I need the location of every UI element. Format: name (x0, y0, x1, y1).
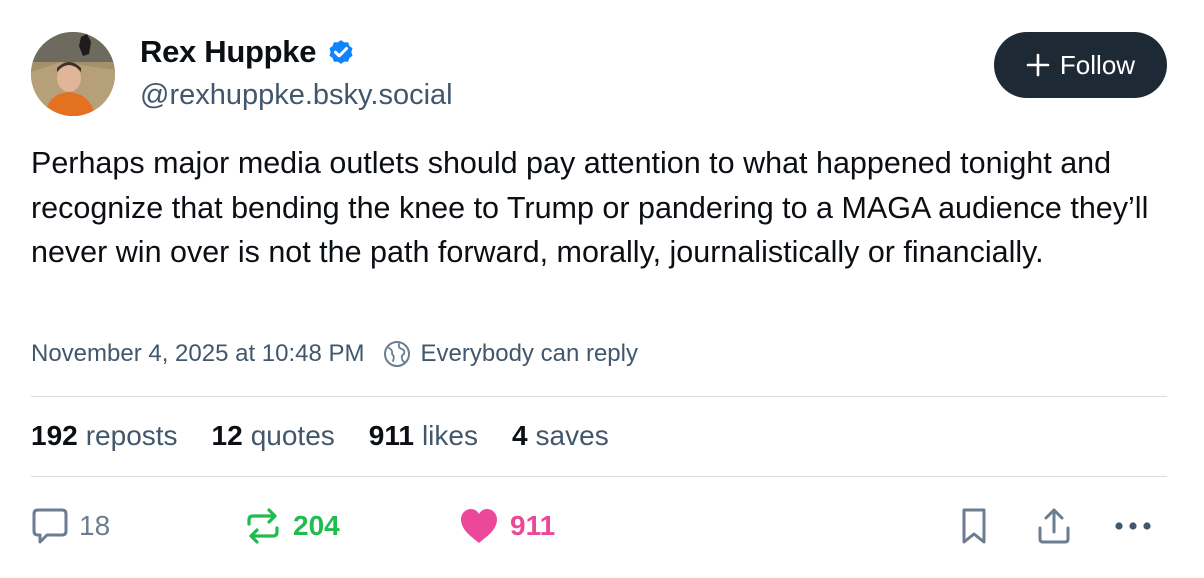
engagement-stats: 192 reposts 12 quotes 911 likes 4 saves (31, 420, 609, 452)
like-button[interactable]: 911 (458, 503, 555, 549)
more-options-button[interactable] (1112, 503, 1158, 549)
stat-saves[interactable]: 4 saves (512, 420, 609, 452)
globe-icon (383, 341, 410, 367)
bookmark-icon (962, 508, 986, 544)
avatar[interactable] (31, 32, 115, 116)
post-timestamp[interactable]: November 4, 2025 at 10:48 PM (31, 340, 365, 368)
divider (31, 396, 1167, 397)
reply-bubble-icon (32, 508, 68, 544)
follow-button[interactable]: Follow (994, 32, 1167, 98)
stat-quotes-label: quotes (250, 420, 335, 451)
reply-button[interactable]: 18 (31, 503, 110, 549)
reply-setting[interactable]: Everybody can reply (383, 340, 638, 368)
stat-likes-label: likes (421, 420, 478, 451)
divider (31, 476, 1167, 477)
reply-setting-label: Everybody can reply (420, 340, 638, 367)
user-avatar-image (31, 32, 115, 116)
stat-likes-count: 911 (368, 420, 414, 451)
share-icon (1038, 508, 1070, 544)
like-count: 911 (510, 510, 556, 541)
author-display-name[interactable]: Rex Huppke (140, 34, 316, 70)
stat-saves-count: 4 (511, 420, 528, 451)
heart-icon (461, 509, 497, 543)
stat-quotes-count: 12 (211, 420, 243, 451)
verified-badge-icon[interactable] (326, 37, 356, 67)
post-meta: November 4, 2025 at 10:48 PM Everybody c… (31, 340, 638, 368)
plus-icon (1026, 53, 1050, 77)
repost-count: 204 (293, 510, 340, 541)
repost-icon (247, 508, 279, 544)
stat-saves-label: saves (535, 420, 609, 451)
stat-likes[interactable]: 911 likes (369, 420, 478, 452)
reply-count: 18 (79, 510, 111, 541)
stat-reposts-count: 192 (31, 420, 78, 451)
share-button[interactable] (1034, 503, 1074, 549)
author-name-row: Rex Huppke (140, 34, 356, 70)
stat-reposts-label: reposts (85, 420, 178, 451)
stat-quotes[interactable]: 12 quotes (212, 420, 335, 452)
stat-reposts[interactable]: 192 reposts (31, 420, 178, 452)
bookmark-button[interactable] (956, 503, 992, 549)
repost-button[interactable]: 204 (243, 503, 340, 549)
follow-button-label: Follow (1059, 49, 1136, 80)
post-text: Perhaps major media outlets should pay a… (31, 146, 1149, 269)
author-handle[interactable]: @rexhuppke.bsky.social (140, 79, 453, 112)
more-options-icon (1115, 522, 1151, 530)
